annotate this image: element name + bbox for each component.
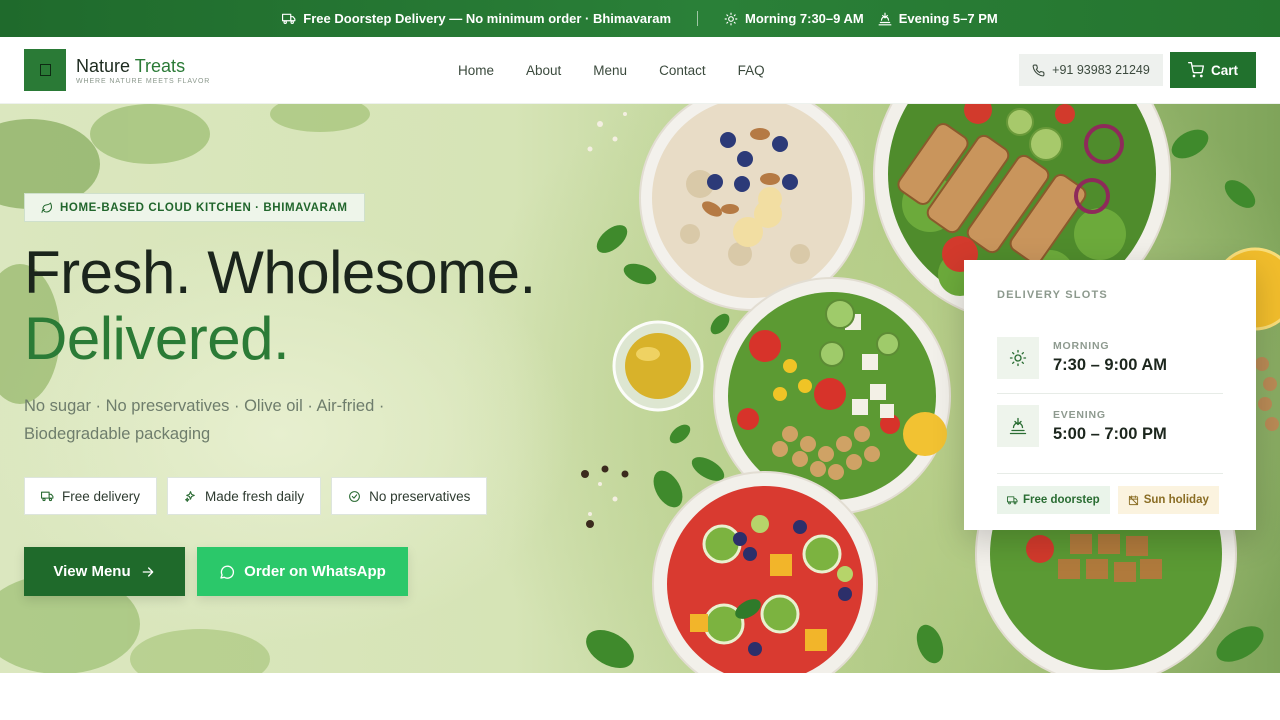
slot-evening-icon-box — [997, 405, 1039, 447]
hero-headline-accent: Delivered. — [24, 305, 290, 372]
tag-free-doorstep: Free doorstep — [997, 486, 1110, 514]
brand-name: Nature Treats — [76, 55, 186, 76]
hero-badge-text: HOME-BASED CLOUD KITCHEN · BHIMAVARAM — [60, 201, 348, 214]
leaf-icon — [41, 202, 52, 213]
site-header: Nature Treats WHERE NATURE MEETS FLAVOR … — [0, 37, 1280, 104]
sun-icon — [724, 12, 738, 25]
main-nav: Home About Menu Contact FAQ — [442, 37, 781, 104]
arrow-right-icon — [142, 566, 153, 577]
logo-mark — [24, 49, 66, 91]
whatsapp-order-button[interactable]: Order on WhatsApp — [197, 547, 408, 596]
cart-label: Cart — [1210, 62, 1238, 78]
slot-morning: MORNING 7:30 – 9:00 AM — [997, 330, 1223, 394]
hero-headline: Fresh. Wholesome. — [24, 239, 536, 306]
announcement-morning-text: Morning 7:30–9 AM — [745, 11, 864, 26]
truck-icon — [1007, 495, 1018, 504]
hero-subtitle: No sugar · No preservatives · Olive oil … — [24, 397, 385, 443]
slot-morning-time: 7:30 – 9:00 AM — [1053, 356, 1168, 374]
slot-morning-label: MORNING — [1053, 340, 1110, 352]
chip-free-delivery: Free delivery — [24, 477, 158, 515]
feature-chips: Free delivery Made fresh daily No preser… — [24, 477, 488, 515]
nav-menu[interactable]: Menu — [577, 63, 643, 78]
hero-section: HOME-BASED CLOUD KITCHEN · BHIMAVARAM Fr… — [0, 104, 1280, 673]
delivery-slots-card: DELIVERY SLOTS MORNING 7:30 – 9:00 AM EV… — [964, 260, 1256, 530]
announcement-divider — [697, 11, 699, 26]
phone-icon — [1032, 64, 1045, 76]
announcement-bar: Free Doorstep Delivery — No minimum orde… — [0, 0, 1280, 37]
slots-title: DELIVERY SLOTS — [997, 289, 1108, 301]
chip-made-fresh: Made fresh daily — [167, 477, 322, 515]
slot-evening-label: EVENING — [1053, 408, 1106, 421]
announcement-delivery: Free Doorstep Delivery — No minimum orde… — [282, 11, 671, 26]
cart-icon — [1187, 62, 1204, 78]
phone-button[interactable]: +91 93983 21249 — [1019, 54, 1163, 86]
chip-no-preservatives: No preservatives — [331, 477, 488, 515]
tag-sun-holiday: Sun holiday — [1117, 486, 1219, 514]
hero-badge: HOME-BASED CLOUD KITCHEN · BHIMAVARAM — [24, 193, 365, 222]
slot-evening: EVENING 5:00 – 7:00 PM — [997, 398, 1223, 454]
announcement-delivery-text: Free Doorstep Delivery — No minimum orde… — [303, 11, 672, 26]
nav-home[interactable]: Home — [442, 63, 510, 78]
slot-morning-icon-box — [997, 336, 1039, 379]
check-circle-icon — [349, 490, 361, 502]
brand-logo[interactable]: Nature Treats WHERE NATURE MEETS FLAVOR — [24, 49, 210, 91]
sparkle-icon — [185, 490, 195, 502]
whatsapp-icon — [220, 565, 235, 579]
truck-icon — [41, 491, 54, 501]
sunset-icon — [878, 12, 892, 25]
nav-contact[interactable]: Contact — [643, 63, 722, 78]
announcement-morning: Morning 7:30–9 AM — [724, 11, 864, 26]
cart-button[interactable]: Cart — [1170, 52, 1256, 88]
announcement-evening-text: Evening 5–7 PM — [898, 11, 998, 26]
truck-icon — [282, 13, 296, 24]
phone-number: +91 93983 21249 — [1052, 63, 1150, 77]
nav-about[interactable]: About — [510, 63, 577, 78]
calendar-off-icon — [1128, 494, 1138, 505]
logo-glyph-icon — [39, 64, 51, 76]
view-menu-button[interactable]: View Menu — [24, 547, 185, 596]
nav-faq[interactable]: FAQ — [722, 63, 781, 78]
slot-evening-time: 5:00 – 7:00 PM — [1053, 424, 1167, 443]
announcement-evening: Evening 5–7 PM — [878, 11, 998, 26]
sun-icon — [1009, 349, 1027, 366]
brand-tagline: WHERE NATURE MEETS FLAVOR — [76, 77, 211, 85]
sunset-icon — [1009, 417, 1027, 435]
slot-tags: Free doorstep Sun holiday — [997, 473, 1223, 514]
